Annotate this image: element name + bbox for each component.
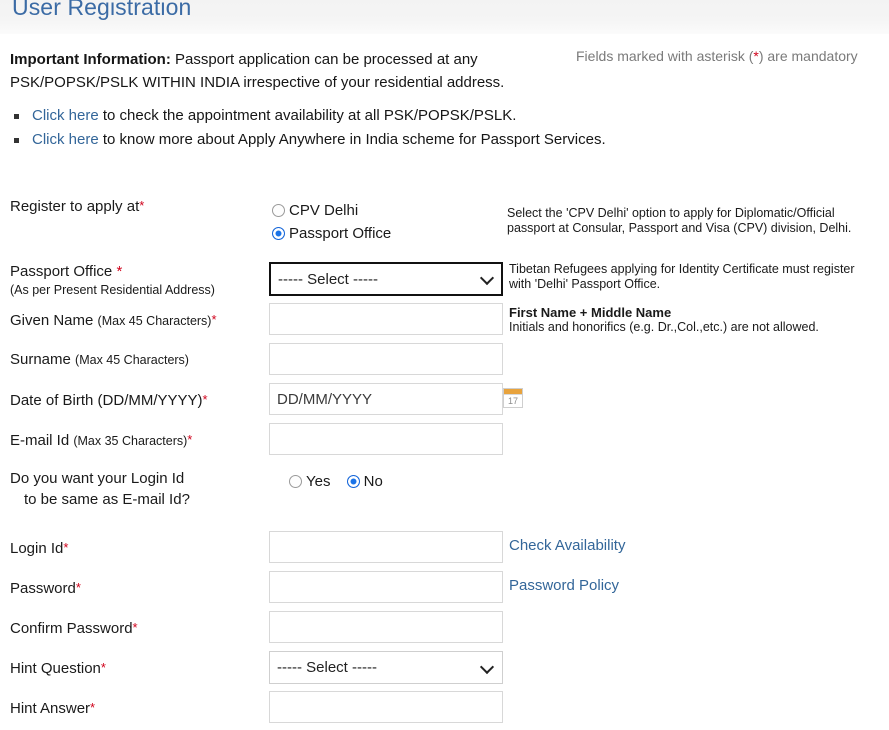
date-of-birth-label: Date of Birth (DD/MM/YYYY)*: [10, 390, 208, 410]
surname-label: Surname (Max 45 Characters): [10, 350, 189, 370]
register-to-apply-at-label-text: Register to apply at: [10, 198, 140, 215]
login-id-label: Login Id*: [10, 538, 68, 558]
given-name-help-bold: First Name + Middle Name: [509, 305, 672, 320]
email-label: E-mail Id (Max 35 Characters)*: [10, 430, 192, 451]
given-name-asterisk: *: [211, 312, 217, 327]
login-same-as-email-label-line2: to be same as E-mail Id?: [24, 491, 190, 508]
surname-label-text: Surname: [10, 351, 76, 368]
passport-office-asterisk: *: [116, 263, 123, 280]
email-label-text: E-mail Id: [10, 432, 74, 449]
hint-answer-label: Hint Answer*: [10, 698, 95, 718]
login-id-asterisk: *: [63, 540, 69, 555]
passport-office-sublabel: (As per Present Residential Address): [10, 283, 215, 297]
given-name-label-text: Given Name: [10, 312, 98, 329]
given-name-help-rest: Initials and honorifics (e.g. Dr.,Col.,e…: [509, 320, 819, 334]
login-same-as-email-label-line1: Do you want your Login Id: [10, 470, 185, 487]
email-asterisk: *: [187, 432, 193, 447]
radio-login-same-no-indicator[interactable]: [346, 475, 360, 488]
password-label: Password*: [10, 578, 81, 598]
radio-login-same-yes-label: Yes: [306, 473, 331, 490]
radio-login-same-yes[interactable]: Yes: [289, 473, 330, 490]
hint-answer-label-text: Hint Answer: [10, 700, 91, 717]
hint-answer-asterisk: *: [90, 700, 96, 715]
password-policy-link[interactable]: Password Policy: [509, 577, 619, 594]
passport-office-select[interactable]: ----- Select -----: [269, 262, 503, 296]
check-availability-link[interactable]: Check Availability: [509, 537, 625, 554]
radio-login-same-yes-indicator[interactable]: [289, 475, 302, 488]
radio-passport-office-indicator[interactable]: [272, 227, 285, 240]
date-of-birth-label-text: Date of Birth (DD/MM/YYYY): [10, 392, 203, 409]
hint-question-select[interactable]: ----- Select -----: [269, 651, 503, 684]
confirm-password-input[interactable]: [269, 611, 503, 643]
login-id-input[interactable]: [269, 531, 503, 563]
login-same-as-email-radio-group: Yes No: [289, 473, 395, 490]
hint-answer-input[interactable]: [269, 691, 503, 723]
given-name-help: First Name + Middle Name Initials and ho…: [509, 305, 869, 335]
radio-login-same-no-label: No: [363, 473, 383, 490]
radio-passport-office-label: Passport Office: [289, 225, 392, 242]
user-registration-form: Register to apply at* CPV Delhi Passport…: [0, 0, 889, 730]
confirm-password-asterisk: *: [132, 620, 138, 635]
radio-login-same-no[interactable]: No: [346, 473, 383, 490]
register-to-apply-at-label: Register to apply at*: [10, 196, 144, 216]
password-input[interactable]: [269, 571, 503, 603]
login-same-as-email-label: Do you want your Login Id to be same as …: [10, 468, 190, 510]
radio-passport-office[interactable]: Passport Office: [272, 225, 391, 242]
register-to-apply-at-radio-group: CPV Delhi Passport Office: [272, 200, 403, 246]
confirm-password-label-text: Confirm Password: [10, 620, 133, 637]
given-name-input[interactable]: [269, 303, 503, 335]
confirm-password-label: Confirm Password*: [10, 618, 138, 638]
surname-sublabel: (Max 45 Characters): [75, 353, 189, 367]
hint-question-label: Hint Question*: [10, 658, 106, 678]
radio-cpv-delhi-label: CPV Delhi: [289, 202, 359, 219]
password-asterisk: *: [75, 580, 81, 595]
radio-cpv-delhi[interactable]: CPV Delhi: [272, 202, 358, 219]
date-of-birth-input[interactable]: [269, 383, 503, 415]
date-of-birth-asterisk: *: [202, 392, 208, 407]
radio-cpv-delhi-indicator[interactable]: [272, 204, 285, 217]
surname-input[interactable]: [269, 343, 503, 375]
calendar-icon-day: 17: [507, 396, 518, 406]
hint-question-label-text: Hint Question: [10, 660, 101, 677]
login-id-label-text: Login Id: [10, 540, 64, 557]
given-name-sublabel: (Max 45 Characters): [97, 314, 212, 328]
passport-office-label: Passport Office * (As per Present Reside…: [10, 262, 215, 300]
email-input[interactable]: [269, 423, 503, 455]
email-sublabel: (Max 35 Characters): [73, 434, 188, 448]
passport-office-help: Tibetan Refugees applying for Identity C…: [509, 262, 855, 291]
register-to-apply-at-asterisk: *: [139, 198, 145, 213]
password-label-text: Password: [10, 580, 76, 597]
hint-question-asterisk: *: [100, 660, 106, 675]
given-name-label: Given Name (Max 45 Characters)*: [10, 310, 217, 331]
passport-office-label-text: Passport Office: [10, 263, 117, 280]
register-to-apply-at-help: Select the 'CPV Delhi' option to apply f…: [507, 206, 852, 235]
calendar-icon[interactable]: 17: [503, 388, 523, 408]
